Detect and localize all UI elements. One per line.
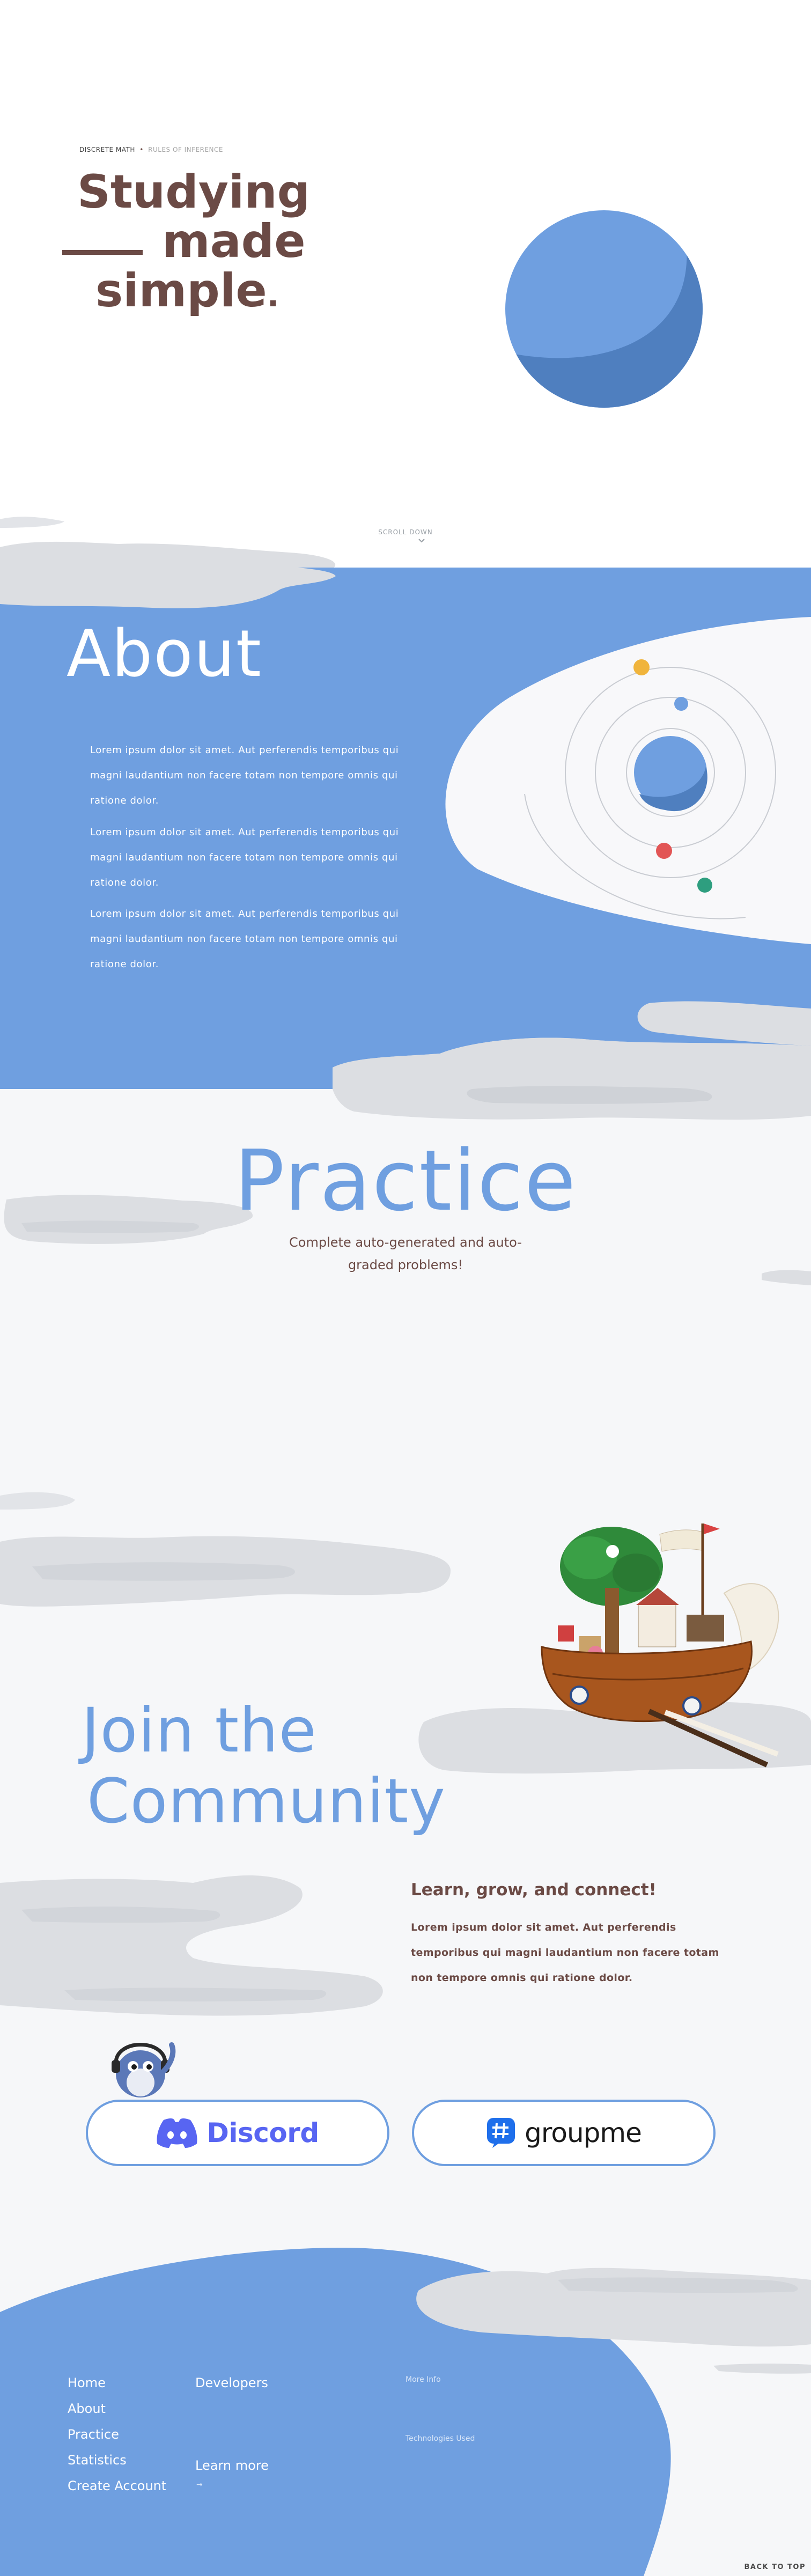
footer-small-text-2: Technologies Used bbox=[406, 2434, 475, 2443]
hero-planet-illustration bbox=[505, 210, 703, 408]
solar-system-illustration bbox=[445, 617, 811, 944]
chevron-down-icon[interactable] bbox=[417, 536, 426, 545]
cloud-community-left bbox=[0, 1492, 451, 1607]
footer-link-home[interactable]: Home bbox=[68, 2375, 106, 2390]
cloud-left-over-band bbox=[0, 558, 336, 608]
footer-link-practice[interactable]: Practice bbox=[68, 2427, 119, 2442]
footer-link-about[interactable]: About bbox=[68, 2401, 106, 2416]
back-to-top-link[interactable]: BACK TO TOP bbox=[744, 2563, 806, 2571]
breadcrumb-section[interactable]: DISCRETE MATH bbox=[79, 146, 135, 153]
about-paragraph-3: Lorem ipsum dolor sit amet. Aut perferen… bbox=[90, 908, 399, 970]
footer-learn-more-arrow[interactable]: → bbox=[196, 2481, 203, 2489]
moon-icon bbox=[697, 878, 712, 893]
about-title: About bbox=[67, 617, 262, 691]
footer-background bbox=[0, 2248, 811, 2576]
community-body: Lorem ipsum dolor sit amet. Aut perferen… bbox=[411, 1922, 719, 1984]
breadcrumb: DISCRETE MATH • RULES OF INFERENCE bbox=[79, 146, 223, 153]
practice-title[interactable]: Practice bbox=[0, 1132, 811, 1230]
discord-icon bbox=[157, 2118, 197, 2148]
moon-icon bbox=[674, 697, 688, 711]
moon-icon bbox=[656, 843, 672, 859]
discord-label: Discord bbox=[207, 2117, 319, 2148]
groupme-button[interactable]: groupme bbox=[412, 2100, 716, 2166]
hero-accent-line bbox=[62, 250, 143, 255]
cloud-about-bottom-overlap bbox=[333, 1037, 811, 1120]
groupme-label: groupme bbox=[525, 2117, 642, 2148]
about-paragraph-1: Lorem ipsum dolor sit amet. Aut perferen… bbox=[90, 745, 399, 806]
discord-button[interactable]: Discord bbox=[86, 2100, 389, 2166]
community-heading: Learn, grow, and connect! bbox=[411, 1880, 657, 1900]
hero-title-word: simple bbox=[95, 264, 267, 318]
footer-developers-label[interactable]: Developers bbox=[195, 2375, 268, 2390]
hero-title-line1: Studying bbox=[77, 165, 311, 219]
moon-icon bbox=[633, 659, 650, 675]
hero-title-line2: made bbox=[162, 215, 306, 268]
mascot-illustration bbox=[112, 2042, 176, 2097]
breadcrumb-page[interactable]: RULES OF INFERENCE bbox=[148, 146, 223, 153]
about-paragraph-2: Lorem ipsum dolor sit amet. Aut perferen… bbox=[90, 827, 399, 888]
groupme-icon bbox=[487, 2118, 515, 2148]
hero-title-dot: . bbox=[267, 277, 279, 314]
practice-subtitle: Complete auto-generated and auto-graded … bbox=[289, 1235, 522, 1272]
cloud-practice-right bbox=[762, 1270, 811, 1285]
hero-title-line3: simple. bbox=[95, 266, 279, 320]
footer-link-create-account[interactable]: Create Account bbox=[68, 2478, 166, 2493]
community-title-line1: Join the bbox=[82, 1695, 317, 1766]
footer-small-text-1: More Info bbox=[406, 2375, 441, 2384]
breadcrumb-separator: • bbox=[139, 146, 144, 153]
scroll-down-label[interactable]: SCROLL DOWN bbox=[0, 528, 811, 536]
pirate-ship-illustration bbox=[541, 1523, 779, 1768]
community-title: Join the Community bbox=[82, 1695, 446, 1837]
community-title-line2: Community bbox=[87, 1765, 446, 1837]
footer-link-statistics[interactable]: Statistics bbox=[68, 2453, 127, 2468]
cloud-community-lower bbox=[0, 1875, 383, 2016]
footer-learn-more-link[interactable]: Learn more bbox=[195, 2458, 269, 2473]
